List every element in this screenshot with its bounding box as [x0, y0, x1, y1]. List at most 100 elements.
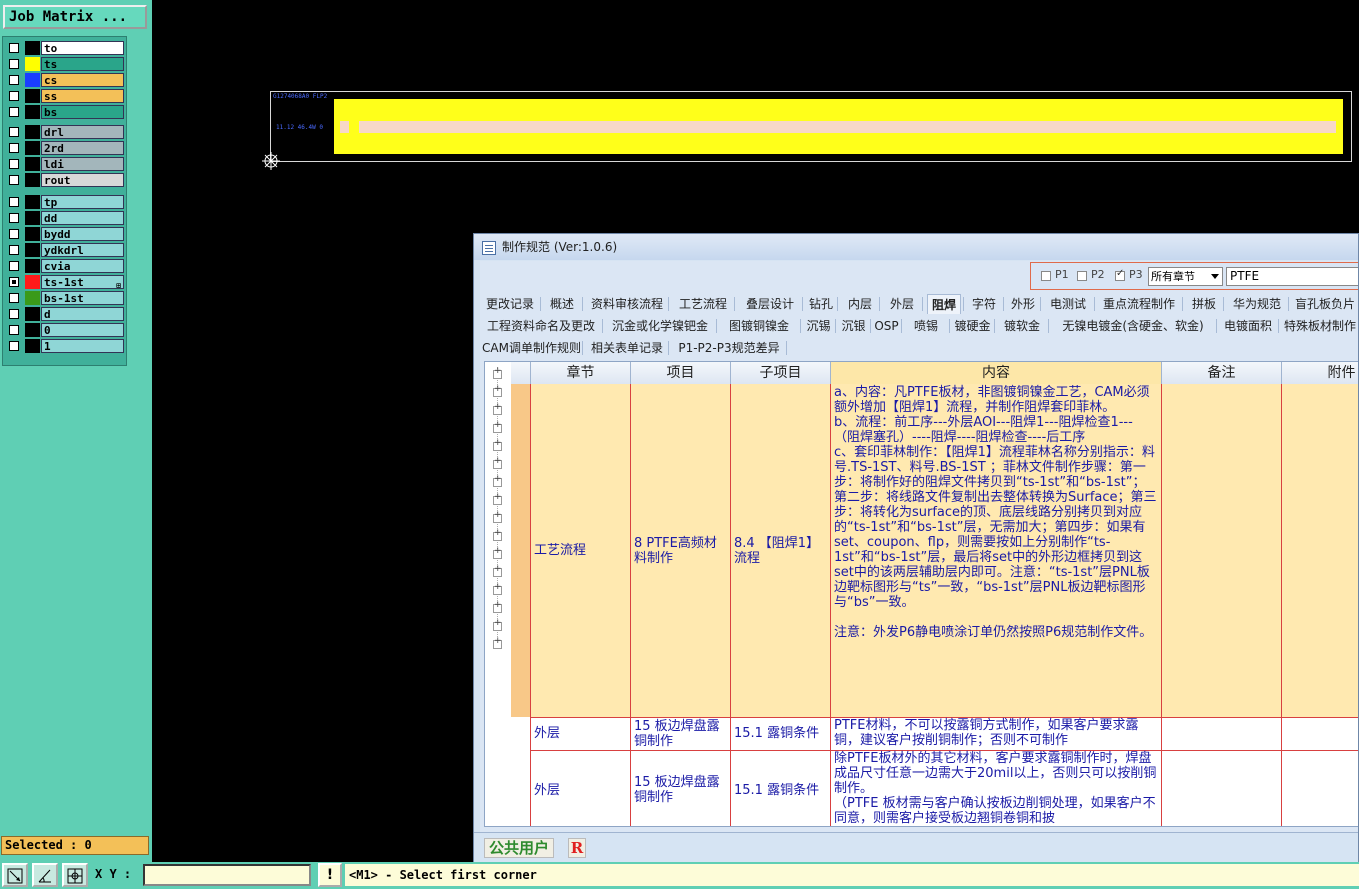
layer-color-swatch[interactable]	[25, 339, 40, 353]
layer-checkbox[interactable]	[9, 293, 19, 303]
layer-name[interactable]: ss	[41, 89, 124, 103]
tab-item[interactable]: 重点流程制作	[1098, 294, 1180, 314]
layer-checkbox[interactable]	[9, 59, 19, 69]
tab-item[interactable]: OSP	[874, 316, 899, 336]
layer-checkbox[interactable]	[9, 107, 19, 117]
tree-expand-icon[interactable]	[493, 438, 502, 451]
tree-expand-icon[interactable]	[493, 474, 502, 487]
layer-checkbox[interactable]	[9, 213, 19, 223]
layer-color-swatch[interactable]	[25, 211, 40, 225]
tab-item[interactable]: 无镍电镀金(含硬金、软金)	[1052, 316, 1214, 336]
layer-name[interactable]: d	[41, 307, 124, 321]
layer-row[interactable]: cs	[6, 72, 124, 88]
layer-name[interactable]: tp	[41, 195, 124, 209]
layer-checkbox[interactable]	[9, 91, 19, 101]
layer-row[interactable]: ts	[6, 56, 124, 72]
layer-row[interactable]: ydkdrl	[6, 242, 124, 258]
table-cell-note[interactable]	[1162, 717, 1282, 750]
layer-color-swatch[interactable]	[25, 291, 40, 305]
table-cell-note[interactable]	[1162, 384, 1282, 717]
table-cell-content[interactable]: 除PTFE板材外的其它材料，客户要求露铜制作时，焊盘成品尺寸任意一边需大于20m…	[831, 750, 1162, 826]
layer-color-swatch[interactable]	[25, 157, 40, 171]
tab-item[interactable]: 沉锡	[804, 316, 833, 336]
tab-item[interactable]: 相关表单记录	[588, 338, 666, 358]
layer-color-swatch[interactable]	[25, 173, 40, 187]
layer-color-swatch[interactable]	[25, 73, 40, 87]
layer-row[interactable]: 0	[6, 322, 124, 338]
table-cell-item[interactable]: 15 板边焊盘露铜制作	[631, 717, 731, 750]
tree-expand-icon[interactable]	[493, 582, 502, 595]
layer-color-swatch[interactable]	[25, 141, 40, 155]
table-row[interactable]: 外层 15 板边焊盘露铜制作 15.1 露铜条件 PTFE材料，不可以按露铜方式制作，…	[511, 717, 1358, 751]
measure-button[interactable]	[32, 863, 58, 887]
layer-checkbox[interactable]	[9, 325, 19, 335]
tab-item[interactable]: 镀硬金	[953, 316, 992, 336]
column-header[interactable]: 子项目	[731, 362, 831, 384]
layer-row[interactable]: bydd	[6, 226, 124, 242]
table-cell-chapter[interactable]: 外层	[531, 717, 631, 750]
tab-item[interactable]: 外层	[884, 294, 920, 314]
layer-name[interactable]: bs	[41, 105, 124, 119]
tab-item[interactable]: 镀软金	[998, 316, 1046, 336]
tab-item[interactable]: 工艺流程	[674, 294, 732, 314]
tree-expand-icon[interactable]	[493, 492, 502, 505]
layer-name[interactable]: ldi	[41, 157, 124, 171]
table-cell-chapter[interactable]: 外层	[531, 750, 631, 826]
tab-item[interactable]: 资料审核流程	[588, 294, 666, 314]
tree-expand-icon[interactable]	[493, 402, 502, 415]
p3-checkbox[interactable]	[1115, 268, 1125, 281]
layer-checkbox[interactable]	[9, 261, 19, 271]
layer-row[interactable]: tp	[6, 194, 124, 210]
tab-item[interactable]: 电测试	[1044, 294, 1092, 314]
table-cell-subitem[interactable]: 15.1 露铜条件	[731, 750, 831, 826]
layer-checkbox[interactable]	[9, 127, 19, 137]
layer-row[interactable]: rout	[6, 172, 124, 188]
tab-item[interactable]: 更改记录	[482, 294, 538, 314]
tab-item[interactable]: 拼板	[1187, 294, 1221, 314]
layer-color-swatch[interactable]	[25, 227, 40, 241]
column-header[interactable]: 项目	[631, 362, 731, 384]
tab-item[interactable]: 阻焊	[927, 294, 961, 314]
tab-item[interactable]: 内层	[843, 294, 877, 314]
layer-checkbox[interactable]	[9, 175, 19, 185]
column-header[interactable]: 附件	[1282, 362, 1358, 384]
layer-name[interactable]: ts-1st ⊞	[41, 275, 124, 290]
layer-row[interactable]: to	[6, 40, 124, 56]
warning-button[interactable]: !	[318, 863, 342, 887]
layer-checkbox[interactable]	[9, 341, 19, 351]
zoom-box-button[interactable]	[2, 863, 28, 887]
row-indicator[interactable]	[511, 384, 531, 717]
tab-item[interactable]: 钻孔	[807, 294, 835, 314]
tab-item[interactable]: CAM调单制作规则	[482, 338, 581, 358]
layer-color-swatch[interactable]	[25, 195, 40, 209]
layer-name[interactable]: ydkdrl	[41, 243, 124, 257]
layer-color-swatch[interactable]	[25, 125, 40, 139]
layer-name[interactable]: drl	[41, 125, 124, 139]
dialog-titlebar[interactable]: 制作规范 (Ver:1.0.6)	[474, 234, 1358, 260]
column-header[interactable]: 备注	[1162, 362, 1282, 384]
tab-item[interactable]: 概述	[544, 294, 580, 314]
layer-row[interactable]: ts-1st ⊞	[6, 274, 124, 290]
row-indicator[interactable]	[511, 750, 531, 826]
layer-row[interactable]: 1	[6, 338, 124, 354]
tree-expand-icon[interactable]	[493, 636, 502, 649]
tree-expand-icon[interactable]	[493, 546, 502, 559]
table-cell-attach[interactable]	[1282, 384, 1358, 717]
table-cell-item[interactable]: 15 板边焊盘露铜制作	[631, 750, 731, 826]
layer-color-swatch[interactable]	[25, 323, 40, 337]
table-cell-note[interactable]	[1162, 750, 1282, 826]
grid-snap-button[interactable]	[62, 863, 88, 887]
layer-name[interactable]: rout	[41, 173, 124, 187]
layer-row[interactable]: ss	[6, 88, 124, 104]
table-cell-chapter[interactable]: 工艺流程	[531, 384, 631, 717]
layer-checkbox[interactable]	[9, 245, 19, 255]
layer-name[interactable]: 2rd	[41, 141, 124, 155]
xy-input[interactable]	[143, 864, 311, 886]
tab-item[interactable]: P1-P2-P3规范差异	[674, 338, 784, 358]
tree-expand-icon[interactable]	[493, 420, 502, 433]
layer-color-swatch[interactable]	[25, 57, 40, 71]
p2-checkbox[interactable]	[1077, 271, 1087, 281]
tree-expand-icon[interactable]	[493, 384, 502, 397]
layer-checkbox[interactable]	[9, 143, 19, 153]
layer-name[interactable]: dd	[41, 211, 124, 225]
